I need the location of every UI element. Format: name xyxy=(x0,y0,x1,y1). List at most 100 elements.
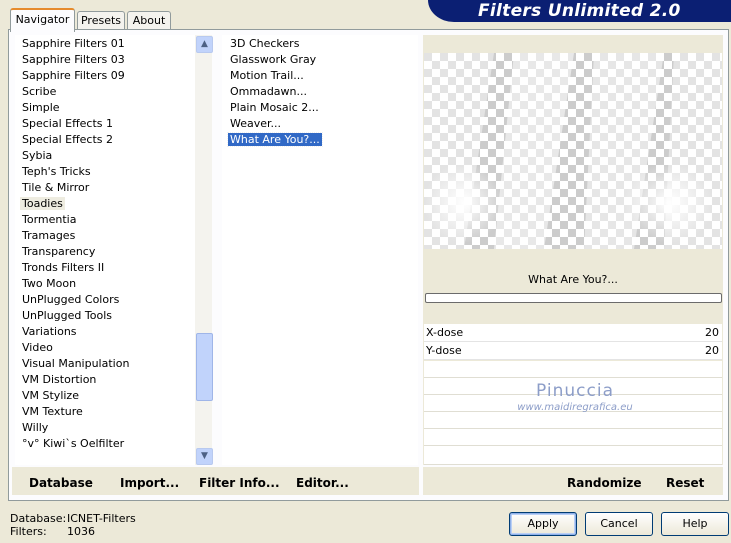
category-label: VM Distortion xyxy=(22,373,97,386)
category-label: UnPlugged Tools xyxy=(22,309,112,322)
filter-label: Plain Mosaic 2... xyxy=(230,101,319,114)
category-item[interactable]: Teph's Tricks xyxy=(20,164,93,180)
category-label: Variations xyxy=(22,325,77,338)
category-item[interactable]: Scribe xyxy=(20,84,58,100)
category-item[interactable]: UnPlugged Tools xyxy=(20,308,114,324)
category-label: Sybia xyxy=(22,149,53,162)
import-button[interactable]: Import... xyxy=(120,476,179,490)
category-label: Scribe xyxy=(22,85,57,98)
filter-label: Motion Trail... xyxy=(230,69,304,82)
app-title: Filters Unlimited 2.0 xyxy=(478,1,681,21)
category-label: Toadies xyxy=(20,197,65,210)
filter-label: Ommadawn... xyxy=(230,85,308,98)
category-scrollbar[interactable]: ▲ ▼ xyxy=(195,35,213,465)
category-item[interactable]: Sapphire Filters 09 xyxy=(20,68,127,84)
help-button[interactable]: Help xyxy=(661,512,729,536)
category-label: Special Effects 1 xyxy=(22,117,114,130)
scroll-down-icon[interactable]: ▼ xyxy=(196,448,213,465)
category-item[interactable]: Tramages xyxy=(20,228,77,244)
category-label: Transparency xyxy=(22,245,96,258)
category-item[interactable]: UnPlugged Colors xyxy=(20,292,121,308)
filters-count: 1036 xyxy=(67,525,95,538)
category-label: Willy xyxy=(22,421,49,434)
category-item[interactable]: Willy xyxy=(20,420,50,436)
category-item[interactable]: Tormentia xyxy=(20,212,78,228)
category-label: Tronds Filters II xyxy=(22,261,105,274)
scrollbar-thumb[interactable] xyxy=(196,333,213,401)
database-button[interactable]: Database xyxy=(29,476,93,490)
category-item[interactable]: Video xyxy=(20,340,55,356)
category-label: Special Effects 2 xyxy=(22,133,114,146)
param-value: 20 xyxy=(705,326,719,339)
category-item[interactable]: Sybia xyxy=(20,148,54,164)
category-item[interactable]: Toadies xyxy=(20,196,65,212)
category-item[interactable]: VM Distortion xyxy=(20,372,98,388)
category-list[interactable]: Sapphire Filters 01 Sapphire Filters 03 Sa… xyxy=(15,35,195,465)
filter-info-button[interactable]: Filter Info... xyxy=(199,476,280,490)
empty-param-row xyxy=(424,446,722,465)
tab-about[interactable]: About xyxy=(127,11,171,30)
filter-item[interactable]: Weaver... xyxy=(228,116,283,132)
empty-param-row xyxy=(424,361,722,378)
category-item[interactable]: °v° Kiwi`s Oelfilter xyxy=(20,436,126,452)
filter-item[interactable]: 3D Checkers xyxy=(228,36,301,52)
apply-button[interactable]: Apply xyxy=(509,512,577,536)
filter-label: Glasswork Gray xyxy=(230,53,317,66)
tab-presets[interactable]: Presets xyxy=(77,11,125,30)
category-item[interactable]: VM Texture xyxy=(20,404,85,420)
progress-bar xyxy=(425,293,722,303)
empty-param-row xyxy=(424,429,722,446)
category-item[interactable]: Sapphire Filters 03 xyxy=(20,52,127,68)
reset-button[interactable]: Reset xyxy=(666,476,704,490)
randomize-button[interactable]: Randomize xyxy=(567,476,641,490)
filter-item[interactable]: Glasswork Gray xyxy=(228,52,318,68)
tab-navigator[interactable]: Navigator xyxy=(10,8,75,32)
category-label: Visual Manipulation xyxy=(22,357,130,370)
category-label: Video xyxy=(22,341,53,354)
category-item[interactable]: Transparency xyxy=(20,244,97,260)
category-item[interactable]: Simple xyxy=(20,100,62,116)
category-label: Two Moon xyxy=(22,277,77,290)
scroll-up-icon[interactable]: ▲ xyxy=(196,36,213,53)
filter-label: What Are You?... xyxy=(227,132,323,147)
editor-button[interactable]: Editor... xyxy=(296,476,349,490)
param-label: Y-dose xyxy=(426,344,462,357)
category-item[interactable]: Special Effects 2 xyxy=(20,132,115,148)
category-label: Tormentia xyxy=(22,213,77,226)
category-item[interactable]: Special Effects 1 xyxy=(20,116,115,132)
category-label: Sapphire Filters 03 xyxy=(22,53,125,66)
category-label: Simple xyxy=(22,101,60,114)
category-item[interactable]: Two Moon xyxy=(20,276,78,292)
param-label: X-dose xyxy=(426,326,464,339)
filter-item[interactable]: Ommadawn... xyxy=(228,84,309,100)
database-value: ICNET-Filters xyxy=(67,512,136,525)
category-item[interactable]: Tile & Mirror xyxy=(20,180,91,196)
category-item[interactable]: Tronds Filters II xyxy=(20,260,106,276)
filter-item[interactable]: Plain Mosaic 2... xyxy=(228,100,321,116)
category-item[interactable]: Sapphire Filters 01 xyxy=(20,36,127,52)
category-label: UnPlugged Colors xyxy=(22,293,120,306)
category-label: Sapphire Filters 01 xyxy=(22,37,125,50)
preview-filter-name: What Are You?... xyxy=(528,273,618,286)
param-row-y-dose[interactable]: Y-dose 20 xyxy=(424,342,722,360)
category-item[interactable]: VM Stylize xyxy=(20,388,81,404)
filters-label: Filters: xyxy=(10,525,47,538)
category-label: VM Texture xyxy=(22,405,83,418)
category-item[interactable]: Visual Manipulation xyxy=(20,356,131,372)
category-label: VM Stylize xyxy=(22,389,79,402)
database-label: Database: xyxy=(10,512,67,525)
category-label: °v° Kiwi`s Oelfilter xyxy=(22,437,125,450)
category-label: Tile & Mirror xyxy=(22,181,90,194)
param-row-x-dose[interactable]: X-dose 20 xyxy=(424,324,722,342)
watermark-name: Pinuccia xyxy=(536,381,614,401)
filter-label: Weaver... xyxy=(230,117,282,130)
filter-item[interactable]: Motion Trail... xyxy=(228,68,306,84)
filter-item[interactable]: What Are You?... xyxy=(227,132,323,148)
category-label: Sapphire Filters 09 xyxy=(22,69,125,82)
cancel-button[interactable]: Cancel xyxy=(585,512,653,536)
param-value: 20 xyxy=(705,344,719,357)
filter-list[interactable]: 3D Checkers Glasswork Gray Motion Trail...… xyxy=(222,35,418,465)
category-label: Teph's Tricks xyxy=(22,165,91,178)
preview-image xyxy=(424,53,722,249)
category-item[interactable]: Variations xyxy=(20,324,79,340)
